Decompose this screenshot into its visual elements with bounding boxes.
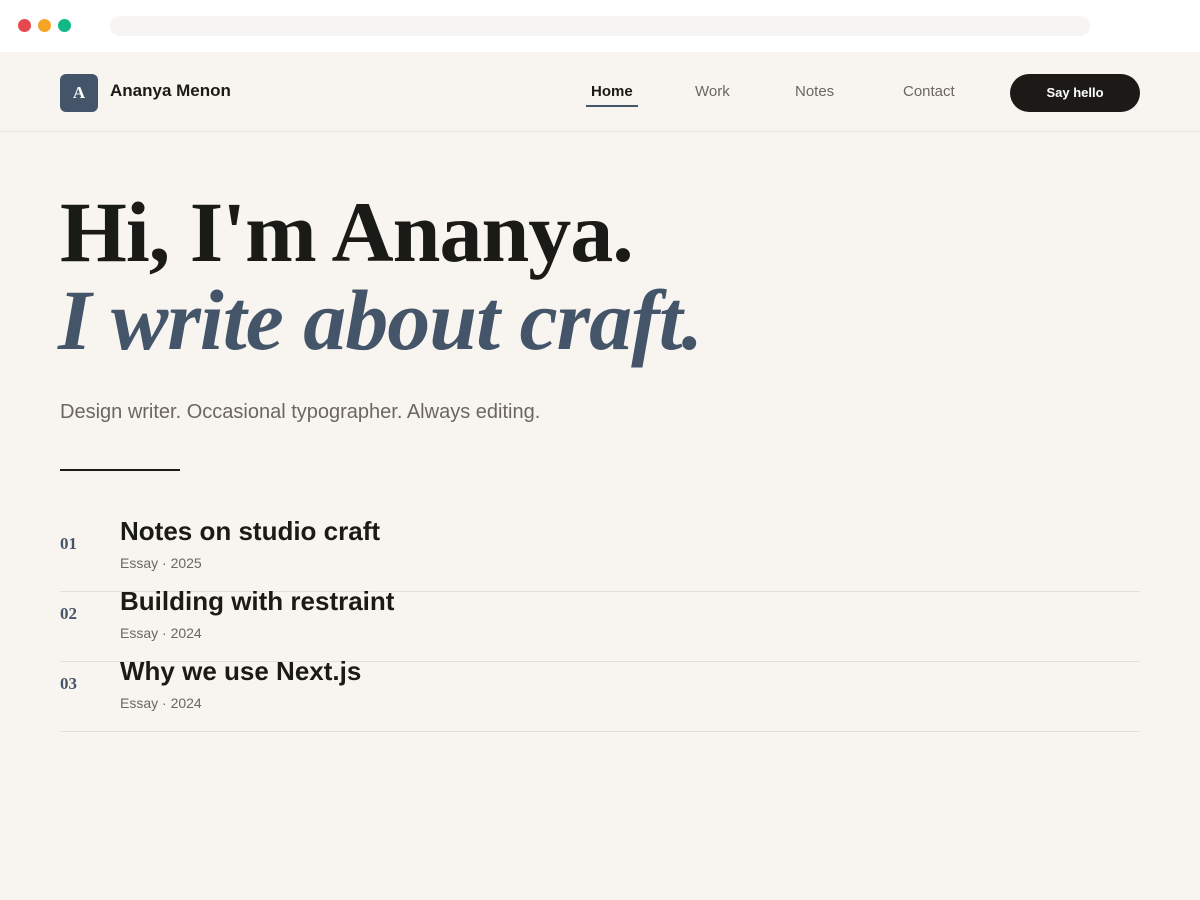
article-title[interactable]: Why we use Next.js [120, 655, 361, 687]
article-title[interactable]: Notes on studio craft [120, 515, 380, 547]
nav-link-home[interactable]: Home [591, 83, 633, 100]
hero-statement: I write about craft. [58, 272, 703, 368]
browser-chrome [0, 0, 1200, 52]
article-meta: Essay · 2024 [120, 695, 202, 711]
hero-greeting: Hi, I'm Ananya. [60, 184, 634, 280]
article-item[interactable]: 02 Building with restraint Essay · 2024 [60, 586, 1140, 662]
nav-link-work[interactable]: Work [695, 83, 730, 100]
say-hello-button[interactable]: Say hello [1010, 74, 1140, 112]
minimize-window-button[interactable] [38, 19, 51, 32]
nav-link-contact[interactable]: Contact [903, 83, 955, 100]
section-divider [60, 469, 180, 471]
article-title[interactable]: Building with restraint [120, 585, 394, 617]
address-bar[interactable] [110, 16, 1090, 36]
site-header: A Ananya Menon Home Work Notes Contact S… [0, 52, 1200, 132]
article-number: 03 [60, 674, 77, 693]
site-name[interactable]: Ananya Menon [110, 81, 231, 101]
nav-link-notes[interactable]: Notes [795, 83, 834, 100]
logo-mark[interactable]: A [60, 74, 98, 112]
article-item[interactable]: 01 Notes on studio craft Essay · 2025 [60, 516, 1140, 592]
close-window-button[interactable] [18, 19, 31, 32]
maximize-window-button[interactable] [58, 19, 71, 32]
article-number: 01 [60, 534, 77, 553]
article-item[interactable]: 03 Why we use Next.js Essay · 2024 [60, 656, 1140, 732]
hero-tagline: Design writer. Occasional typographer. A… [60, 401, 541, 423]
active-nav-indicator [586, 105, 638, 107]
article-meta: Essay · 2025 [120, 555, 202, 571]
article-number: 02 [60, 604, 77, 623]
article-meta: Essay · 2024 [120, 625, 202, 641]
